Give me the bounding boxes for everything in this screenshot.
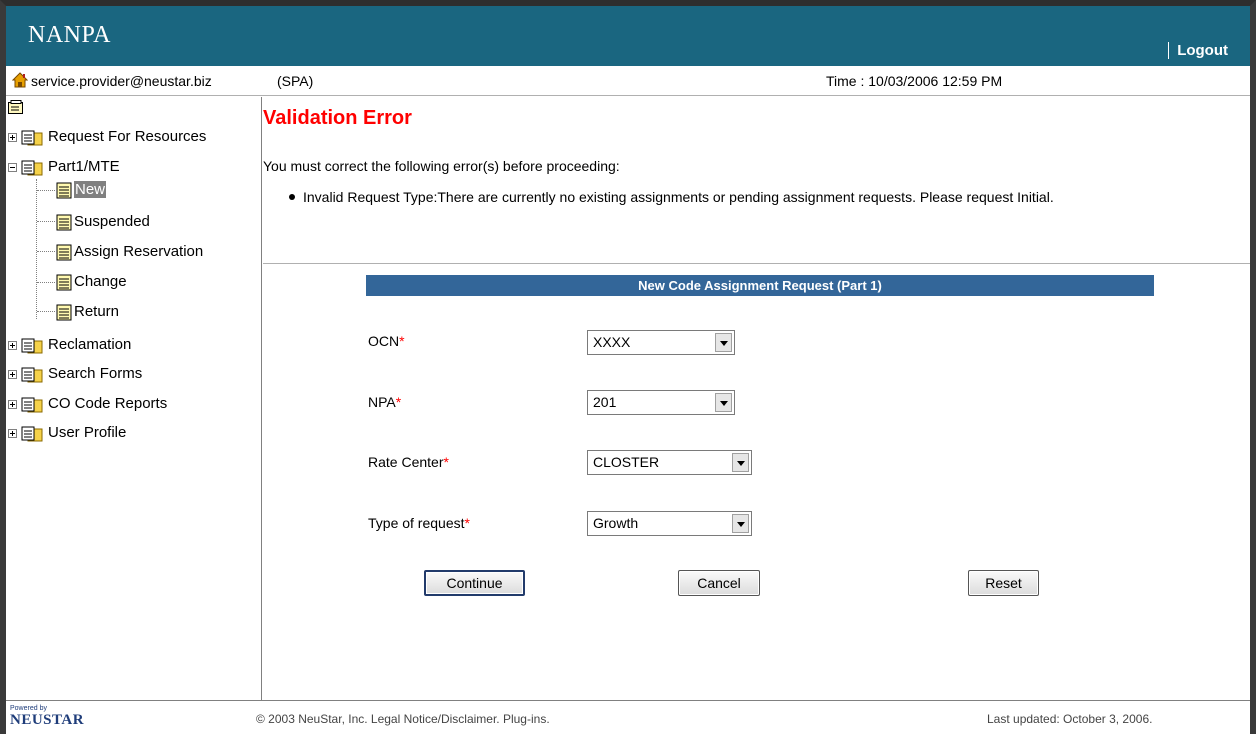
tree-connector <box>37 221 55 222</box>
tree-root-icon <box>8 100 23 114</box>
validation-error-text: Invalid Request Type:There are currently… <box>303 189 1054 205</box>
cancel-button[interactable]: Cancel <box>678 570 760 596</box>
continue-button[interactable]: Continue <box>424 570 525 596</box>
folder-open-icon <box>21 160 43 176</box>
folder-icon <box>21 130 43 146</box>
rate-center-select[interactable]: CLOSTER <box>587 450 752 475</box>
request-type-label-text: Type of request <box>368 515 465 531</box>
required-marker: * <box>395 394 402 410</box>
document-icon <box>56 244 72 261</box>
document-icon <box>56 304 72 321</box>
npa-label: NPA* <box>368 394 401 410</box>
tree-connector <box>37 190 55 191</box>
folder-icon <box>21 397 43 413</box>
sidebar-item-label: User Profile <box>48 424 127 441</box>
tree-connector <box>37 282 55 283</box>
brand-logo: NANPA <box>28 22 111 48</box>
logout-link[interactable]: Logout <box>1168 42 1228 59</box>
required-marker: * <box>399 333 405 349</box>
chevron-down-icon[interactable] <box>715 333 732 352</box>
validation-error-item: Invalid Request Type:There are currently… <box>289 189 1054 205</box>
request-type-label: Type of request* <box>368 515 470 531</box>
expand-icon[interactable] <box>8 133 17 142</box>
required-marker: * <box>464 515 470 531</box>
folder-icon <box>21 367 43 383</box>
request-type-value: Growth <box>593 515 639 531</box>
chevron-down-icon[interactable] <box>732 514 749 533</box>
request-type-select[interactable]: Growth <box>587 511 752 536</box>
neustar-logo[interactable]: NEUSTAR <box>10 712 84 729</box>
home-icon[interactable] <box>12 72 28 88</box>
document-icon <box>56 274 72 291</box>
sidebar-item-label: Search Forms <box>48 365 143 382</box>
form-title: New Code Assignment Request (Part 1) <box>366 275 1154 296</box>
current-time: Time : 10/03/2006 12:59 PM <box>826 73 1003 89</box>
powered-by-label: Powered by <box>10 705 47 712</box>
npa-select[interactable]: 201 <box>587 390 735 415</box>
ocn-select[interactable]: XXXX <box>587 330 735 355</box>
divider <box>263 263 1250 264</box>
bullet-icon <box>289 194 295 201</box>
sidebar-item-label: Reclamation <box>48 336 132 353</box>
page-footer: Powered by NEUSTAR © 2003 NeuStar, Inc. … <box>6 700 1250 734</box>
chevron-down-icon[interactable] <box>732 453 749 472</box>
user-role: (SPA) <box>277 73 314 89</box>
chevron-down-icon[interactable] <box>715 393 732 412</box>
ocn-value: XXXX <box>593 334 631 350</box>
sidebar-item-label: CO Code Reports <box>48 395 168 412</box>
ocn-label: OCN* <box>368 333 405 349</box>
last-updated: Last updated: October 3, 2006. <box>987 712 1153 726</box>
document-icon <box>56 182 72 199</box>
expand-icon[interactable] <box>8 429 17 438</box>
user-bar: service.provider@neustar.biz (SPA) Time … <box>6 66 1250 96</box>
sidebar-item-label: Assign Reservation <box>74 243 204 260</box>
sidebar-tree: Request For Resources Part1/MTE New Susp… <box>6 97 262 700</box>
validation-title: Validation Error <box>263 107 412 129</box>
folder-icon <box>21 426 43 442</box>
rate-center-label: Rate Center* <box>368 454 449 470</box>
reset-button[interactable]: Reset <box>968 570 1039 596</box>
required-marker: * <box>443 454 449 470</box>
folder-icon <box>21 338 43 354</box>
rate-center-label-text: Rate Center <box>368 454 444 470</box>
app-header: NANPA Logout <box>6 6 1250 66</box>
expand-icon[interactable] <box>8 400 17 409</box>
expand-icon[interactable] <box>8 341 17 350</box>
tree-connector <box>37 251 55 252</box>
document-icon <box>56 214 72 231</box>
main-content: Validation Error You must correct the fo… <box>263 97 1250 700</box>
sidebar-item-label: Suspended <box>74 213 150 230</box>
sidebar-item-label: Return <box>74 303 120 320</box>
user-email: service.provider@neustar.biz <box>31 73 212 89</box>
npa-value: 201 <box>593 394 617 410</box>
copyright-text[interactable]: © 2003 NeuStar, Inc. Legal Notice/Discla… <box>256 712 550 726</box>
ocn-label-text: OCN <box>368 333 400 349</box>
validation-message: You must correct the following error(s) … <box>263 158 620 174</box>
expand-icon[interactable] <box>8 370 17 379</box>
collapse-icon[interactable] <box>8 163 17 172</box>
tree-connector <box>37 311 55 312</box>
sidebar-item-label: Change <box>74 273 127 290</box>
tree-connector <box>36 179 37 319</box>
rate-center-value: CLOSTER <box>593 454 660 470</box>
sidebar-item-label: New <box>74 181 107 198</box>
sidebar-item-label: Request For Resources <box>48 128 207 145</box>
sidebar-item-label: Part1/MTE <box>48 158 120 175</box>
npa-label-text: NPA <box>368 394 396 410</box>
